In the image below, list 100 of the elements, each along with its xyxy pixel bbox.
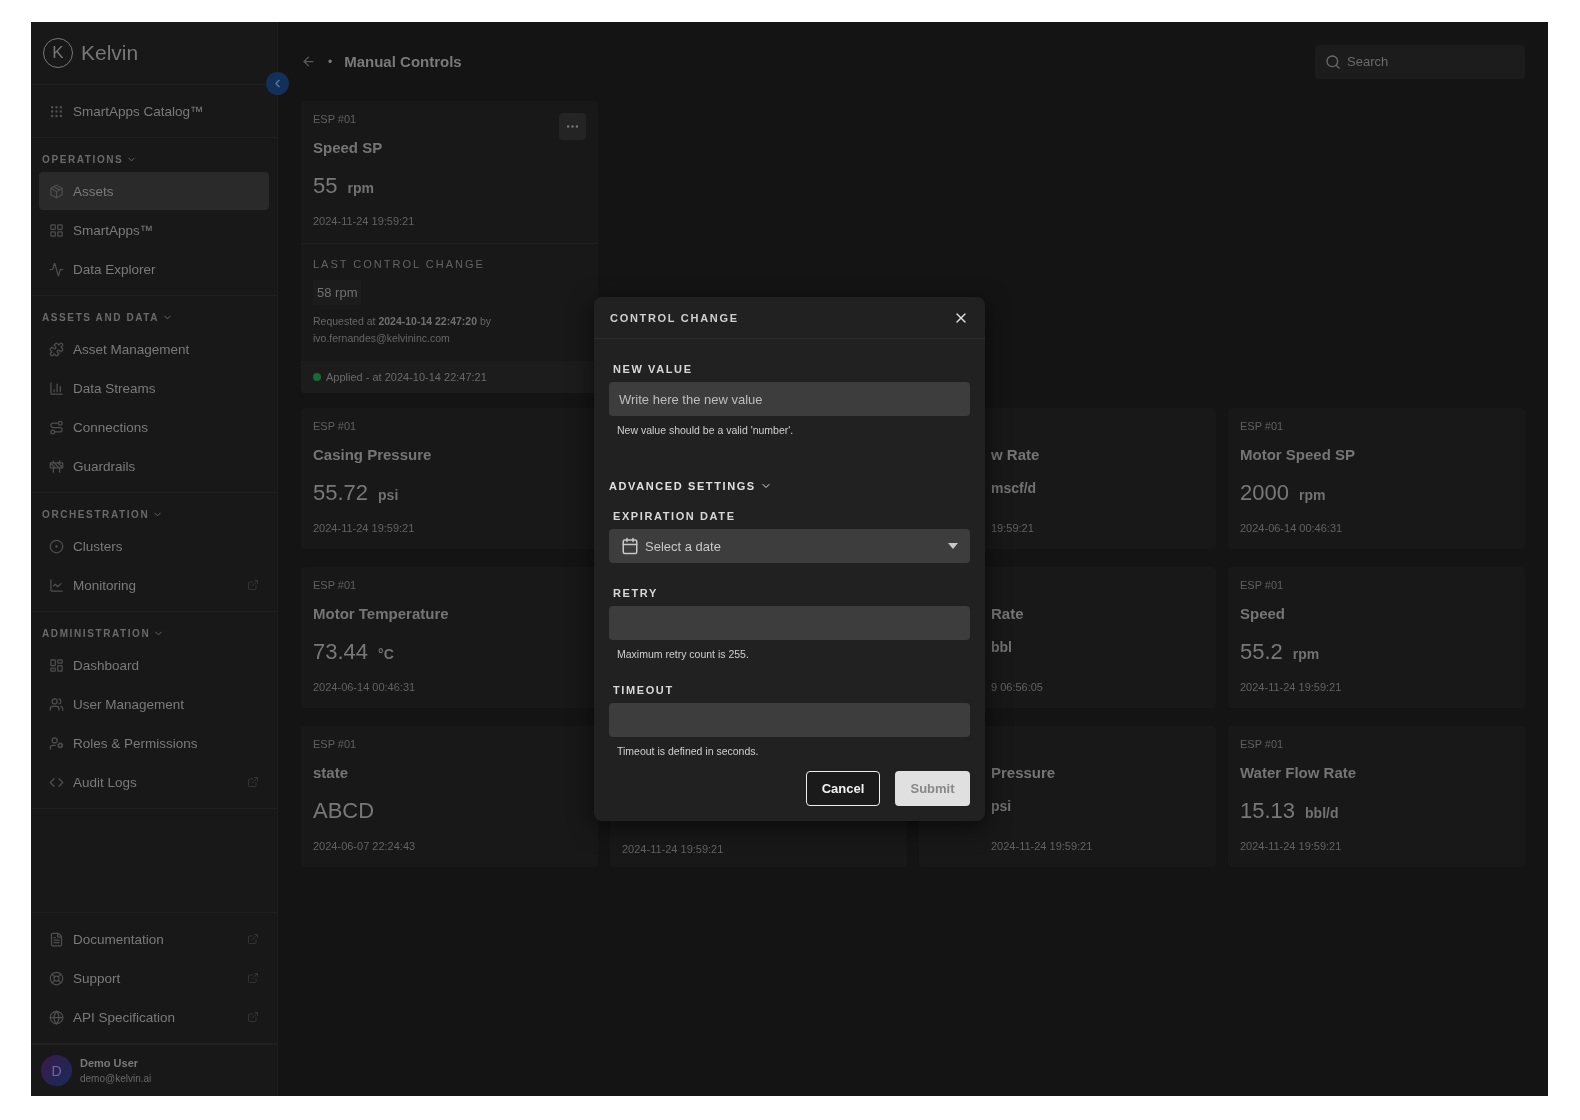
dashboard-icon	[49, 657, 64, 673]
advanced-settings-toggle[interactable]: ADVANCED SETTINGS	[609, 480, 970, 492]
card-value: 2000	[1240, 480, 1289, 506]
card-value: ABCD	[313, 798, 375, 824]
section-title: ORCHESTRATION	[42, 509, 150, 520]
section-title: OPERATIONS	[42, 154, 124, 165]
card-timestamp: 2024-11-24 19:59:21	[313, 522, 415, 534]
document-icon	[49, 931, 64, 947]
nav-item[interactable]: Clusters	[39, 527, 269, 565]
card-value: 55.2	[1240, 639, 1283, 665]
field-label: NEW VALUE	[612, 363, 694, 375]
card-timestamp: 2024-11-24 19:59:21	[991, 840, 1093, 852]
avatar[interactable]: D	[41, 1055, 72, 1086]
line-chart-icon	[49, 577, 64, 593]
caret-icon	[948, 543, 958, 549]
search-icon	[1325, 53, 1341, 70]
card-timestamp: 2024-06-07 22:24:43	[313, 840, 416, 852]
card-unit: rpm	[1298, 487, 1326, 503]
nav-item[interactable]: SmartApps Catalog™	[39, 92, 269, 130]
card-unit: psi	[378, 487, 399, 503]
nav-item[interactable]: Guardrails	[39, 447, 269, 485]
card-value: 73.44	[313, 639, 369, 665]
asset-label: ESP #01	[1240, 738, 1284, 752]
nav-item[interactable]: Assets	[39, 172, 269, 210]
section-header[interactable]: OPERATIONS	[39, 144, 269, 171]
section-header[interactable]: ORCHESTRATION	[39, 499, 269, 526]
more-button[interactable]	[559, 113, 586, 140]
card-timestamp: 2024-06-14 00:46:31	[1240, 522, 1343, 534]
card-unit: bbl	[991, 639, 1012, 655]
card-unit: psi	[991, 798, 1012, 814]
nav-item[interactable]: User Management	[39, 685, 269, 723]
circle-dot-icon	[49, 538, 64, 554]
section-title: ASSETS AND DATA	[42, 312, 160, 323]
card-unit: rpm	[347, 180, 374, 196]
date-select[interactable]: Select a date	[609, 529, 970, 563]
card-value: 55.72	[313, 480, 369, 506]
card-title: Pressure	[991, 764, 1057, 783]
user-gear-icon	[49, 735, 64, 751]
section-header[interactable]: ASSETS AND DATA	[39, 302, 269, 329]
page-title: Manual Controls	[344, 53, 462, 70]
search-field[interactable]: Search	[1315, 44, 1525, 79]
card-title: w Rate	[991, 446, 1041, 465]
input-field[interactable]	[609, 703, 970, 737]
cancel-button[interactable]: Cancel	[806, 771, 880, 806]
nav-item[interactable]: Audit Logs	[39, 763, 269, 801]
card-timestamp: 2024-06-14 00:46:31	[313, 681, 416, 693]
last-value: 58 rpm	[313, 280, 362, 305]
calendar-icon	[621, 537, 639, 555]
field-label: EXPIRATION DATE	[612, 510, 737, 522]
card-timestamp: 2024-11-24 19:59:21	[622, 843, 724, 855]
nav-item[interactable]: Dashboard	[39, 646, 269, 684]
asset-label: ESP #01	[313, 420, 357, 434]
asset-label: ESP #01	[1240, 420, 1284, 434]
card-title: Motor Speed SP	[1240, 446, 1356, 465]
input-field[interactable]	[609, 606, 970, 640]
card-title: Water Flow Rate	[1240, 764, 1358, 783]
card-title: Casing Pressure	[313, 446, 433, 465]
grid-icon	[49, 222, 64, 238]
card-title: Speed	[1240, 605, 1286, 624]
asset-label: ESP #01	[313, 113, 357, 127]
help-text: New value should be a valid 'number'.	[616, 424, 795, 436]
nav-item[interactable]: Roles & Permissions	[39, 724, 269, 762]
input-field[interactable]: Write here the new value	[609, 382, 970, 416]
card-timestamp: 19:59:21	[991, 522, 1034, 534]
card-timestamp: 2024-11-24 19:59:21	[313, 215, 415, 227]
card-title: Rate	[991, 605, 1025, 624]
card-title: state	[313, 764, 350, 783]
collapse-button[interactable]	[266, 72, 289, 95]
nav-item[interactable]: Data Streams	[39, 369, 269, 407]
nav-item[interactable]: Documentation	[39, 920, 269, 958]
dialog-title: CONTROL CHANGE	[610, 311, 739, 324]
card-timestamp: 2024-11-24 19:59:21	[1240, 840, 1342, 852]
nav-item[interactable]: Support	[39, 959, 269, 997]
card-unit: bbl/d	[1305, 805, 1339, 821]
card-value: 55	[313, 173, 338, 199]
barrier-icon	[49, 458, 64, 474]
field-label: TIMEOUT	[612, 684, 675, 696]
card-title: Motor Temperature	[313, 605, 450, 624]
section-header[interactable]: ADMINISTRATION	[39, 618, 269, 645]
card-title: Speed SP	[313, 139, 384, 158]
route-icon	[49, 419, 64, 435]
nav-item[interactable]: Connections	[39, 408, 269, 446]
nav-item[interactable]: Asset Management	[39, 330, 269, 368]
nav-item[interactable]: Data Explorer	[39, 250, 269, 288]
separator: •	[328, 54, 333, 69]
back-icon[interactable]	[301, 54, 316, 69]
user-email: demo@kelvin.ai	[80, 1073, 152, 1084]
section-title: ADMINISTRATION	[42, 628, 151, 639]
help-text: Maximum retry count is 255.	[616, 648, 750, 660]
request-info: Requested at 2024-10-14 22:47:20 by ivo.fernandes@kelvininc.com	[313, 314, 493, 346]
globe-icon	[49, 1009, 64, 1025]
help-text: Timeout is defined in seconds.	[616, 745, 760, 757]
asset-label: ESP #01	[313, 579, 357, 593]
card-value: 15.13	[1240, 798, 1296, 824]
puzzle-icon	[49, 341, 64, 357]
status-text: Applied - at 2024-10-14 22:47:21	[326, 371, 487, 383]
logo-text: Kelvin	[81, 41, 139, 65]
nav-item[interactable]: API Specification	[39, 998, 269, 1036]
nav-item[interactable]: SmartApps™	[39, 211, 269, 249]
nav-item[interactable]: Monitoring	[39, 566, 269, 604]
